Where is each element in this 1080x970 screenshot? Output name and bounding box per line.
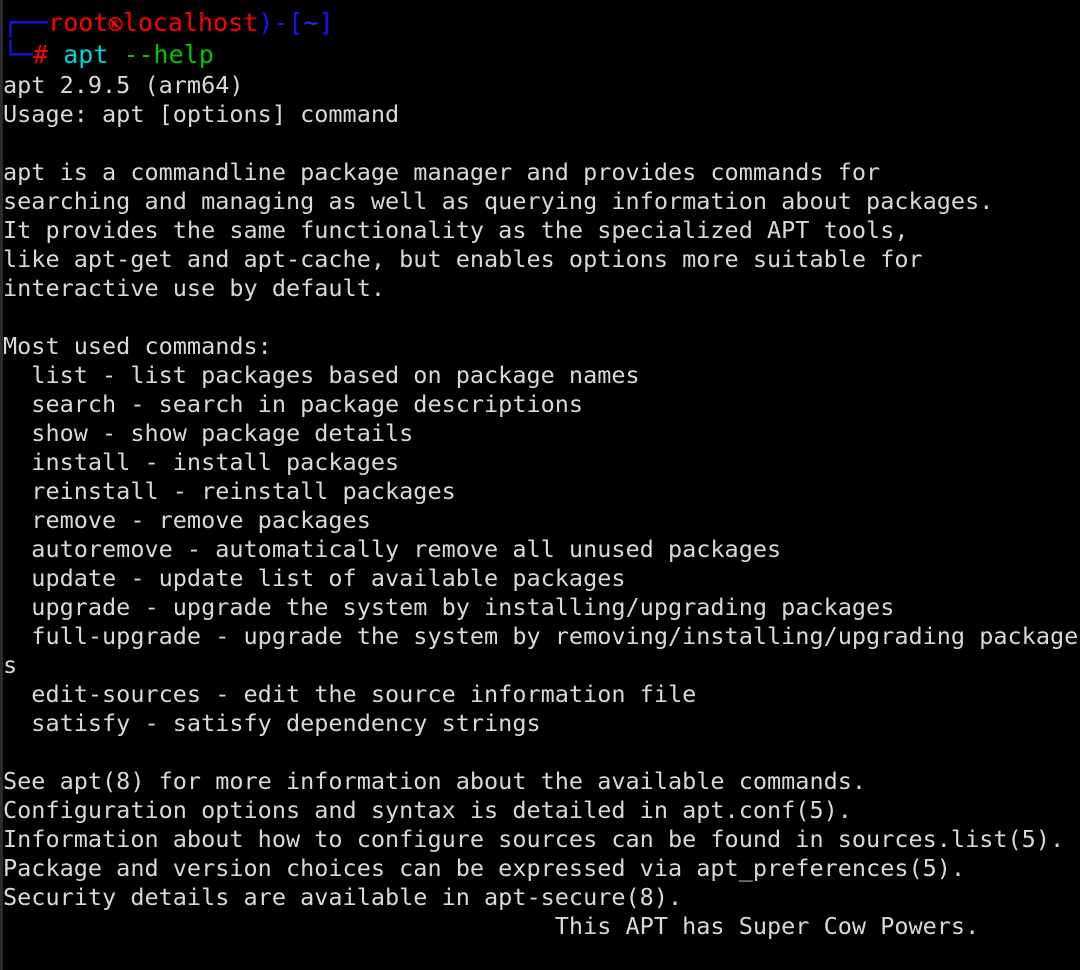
- description-line: apt is a commandline package manager and…: [3, 158, 881, 186]
- footer-line: See apt(8) for more information about th…: [3, 767, 867, 795]
- shell-prompt-line-1: ┌──root localhost)-[~]: [3, 7, 1080, 39]
- command-name: apt: [63, 40, 109, 69]
- footer-line: Security details are available in apt-se…: [3, 883, 683, 911]
- description-line: interactive use by default.: [3, 274, 386, 302]
- command-list-item: search - search in package descriptions: [3, 390, 584, 418]
- command-list-item: satisfy - satisfy dependency strings: [3, 709, 541, 737]
- command-list-item: install - install packages: [3, 448, 400, 476]
- description-line: It provides the same functionality as th…: [3, 216, 909, 244]
- command-list-item: list - list packages based on package na…: [3, 361, 640, 389]
- footer-line: Configuration options and syntax is deta…: [3, 796, 852, 824]
- command-list-item: autoremove - automatically remove all un…: [3, 535, 782, 563]
- prompt-box-drawing-top: ┌──: [3, 8, 49, 37]
- footer-line: Package and version choices can be expre…: [3, 854, 966, 882]
- apt-usage-line: Usage: apt [options] command: [3, 100, 400, 128]
- prompt-path: ~: [303, 8, 319, 37]
- prompt-box-drawing-bottom: └─: [3, 40, 34, 69]
- shell-prompt-line-2: └─# apt --help: [3, 39, 1080, 71]
- command-list-item: upgrade - upgrade the system by installi…: [3, 593, 895, 621]
- description-line: like apt-get and apt-cache, but enables …: [3, 245, 923, 273]
- prompt-user: root: [48, 8, 109, 37]
- command-list-item: update - update list of available packag…: [3, 564, 626, 592]
- command-list-item: edit-sources - edit the source informati…: [3, 680, 697, 708]
- super-cow-powers-line: This APT has Super Cow Powers.: [3, 912, 980, 940]
- prompt-paren-bracket: )-[: [258, 8, 304, 37]
- commands-heading: Most used commands:: [3, 332, 272, 360]
- command-list-item-wrap: s: [3, 651, 18, 679]
- terminal-window[interactable]: ┌──root localhost)-[~] └─# apt --help apt…: [0, 0, 1080, 970]
- description-line: searching and managing as well as queryi…: [3, 187, 994, 215]
- prompt-sigil: #: [33, 40, 49, 69]
- command-list-item: show - show package details: [3, 419, 414, 447]
- prompt-close-bracket: ]: [318, 8, 334, 37]
- prompt-host: localhost: [122, 8, 259, 37]
- command-list-item: remove - remove packages: [3, 506, 371, 534]
- footer-line: Information about how to configure sourc…: [3, 825, 1065, 853]
- command-args: --help: [123, 40, 214, 69]
- kali-dragon-icon: [108, 13, 123, 35]
- terminal-screen[interactable]: ┌──root localhost)-[~] └─# apt --help apt…: [3, 0, 1080, 941]
- command-list-item: full-upgrade - upgrade the system by rem…: [3, 622, 1079, 650]
- command-list-item: reinstall - reinstall packages: [3, 477, 456, 505]
- apt-version-line: apt 2.9.5 (arm64): [3, 71, 244, 99]
